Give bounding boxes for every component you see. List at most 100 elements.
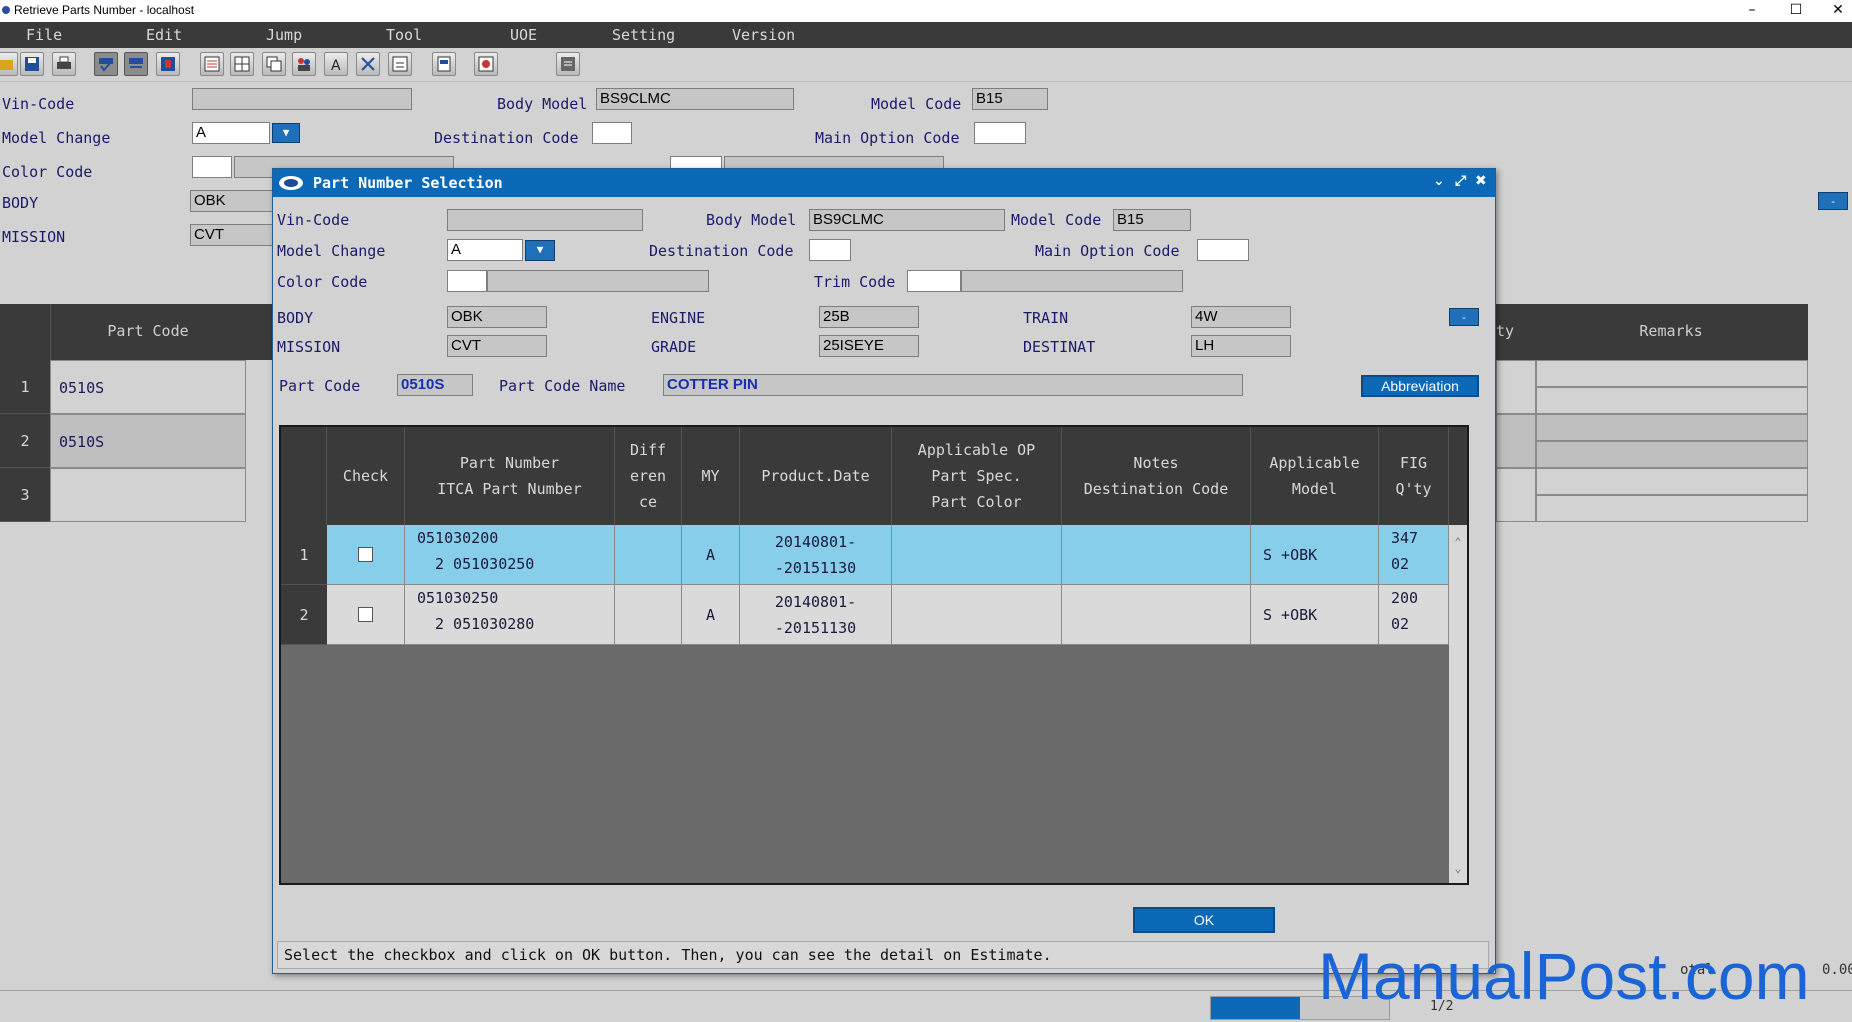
chevron-down-icon[interactable]: ⌄ xyxy=(1433,173,1445,189)
destination-code-header-label: Destination Code xyxy=(1083,480,1229,498)
body-model-field[interactable]: BS9CLMC xyxy=(809,209,1005,231)
applicable-model-cell: S +OBK xyxy=(1251,585,1379,645)
main-option-code-field[interactable] xyxy=(1197,239,1249,261)
notes-cell xyxy=(1062,525,1251,585)
dialog-title-bar: Part Number Selection ⌄ ⤢ ✖ xyxy=(273,169,1495,197)
close-icon[interactable]: ✖ xyxy=(1475,173,1487,189)
collapse-button[interactable]: - xyxy=(1818,192,1848,210)
numbering-icon[interactable] xyxy=(94,52,118,76)
chevron-down-icon[interactable]: ▼ xyxy=(525,240,555,261)
destination-code-field[interactable] xyxy=(809,239,851,261)
table-cell-remarks[interactable] xyxy=(1536,468,1808,495)
minimize-icon[interactable]: – xyxy=(1734,0,1770,22)
close-icon[interactable]: ✕ xyxy=(1820,0,1852,22)
color-code-field[interactable] xyxy=(447,270,487,292)
menu-tool[interactable]: Tool xyxy=(386,26,422,44)
part-code-label: Part Code xyxy=(279,377,361,395)
engine-label: ENGINE xyxy=(651,309,706,327)
menu-setting[interactable]: Setting xyxy=(612,26,675,44)
copy-icon[interactable] xyxy=(262,52,286,76)
vertical-scrollbar[interactable]: ⌃ ⌄ xyxy=(1449,525,1467,883)
trim-code-label: Trim Code xyxy=(814,273,896,291)
model-code-field[interactable]: B15 xyxy=(1113,209,1191,231)
ok-button[interactable]: OK xyxy=(1133,907,1275,933)
document-icon[interactable] xyxy=(432,52,456,76)
grid-header-rownum xyxy=(281,427,327,525)
notes-cell xyxy=(1062,585,1251,645)
table-cell-remarks[interactable] xyxy=(1536,441,1808,468)
table-cell-remarks[interactable] xyxy=(1536,495,1808,522)
color-name-field xyxy=(487,270,709,292)
table-cell-remarks[interactable] xyxy=(1536,414,1808,441)
export-icon[interactable] xyxy=(556,52,580,76)
part-number-cell: 051030200 2 051030250 xyxy=(405,525,615,585)
grade-field: 25ISEYE xyxy=(819,335,919,357)
model-change-field[interactable]: A xyxy=(192,122,270,144)
maximize-icon[interactable]: ☐ xyxy=(1778,0,1814,22)
date-from-value: 20140801- xyxy=(774,532,857,551)
main-option-code-field[interactable] xyxy=(974,122,1026,144)
table-cell-remarks[interactable] xyxy=(1536,387,1808,414)
open-icon[interactable] xyxy=(0,52,18,76)
my-cell: A xyxy=(682,525,740,585)
tools-icon[interactable] xyxy=(356,52,380,76)
grid-header-part-number: Part Number ITCA Part Number xyxy=(405,427,615,525)
table-icon[interactable] xyxy=(230,52,254,76)
table-cell-part-code[interactable] xyxy=(50,468,246,522)
model-code-field[interactable]: B15 xyxy=(972,88,1048,110)
applicable-model-header-label: Applicable xyxy=(1269,454,1360,472)
part-number-value: 051030200 xyxy=(417,529,499,547)
vin-code-field[interactable] xyxy=(447,209,643,231)
color-code-field[interactable] xyxy=(192,156,232,178)
trim-code-field[interactable] xyxy=(907,270,961,292)
row-number: 3 xyxy=(0,468,50,522)
applicable-op-cell xyxy=(892,525,1062,585)
mission-label: MISSION xyxy=(277,338,341,356)
table-cell-remarks[interactable] xyxy=(1536,360,1808,387)
scroll-up-icon[interactable]: ⌃ xyxy=(1449,535,1467,549)
expand-icon[interactable]: ⤢ xyxy=(1455,173,1466,189)
calculator-icon[interactable] xyxy=(388,52,412,76)
film-icon[interactable] xyxy=(156,52,180,76)
grid-header-check: Check xyxy=(327,427,405,525)
vin-code-field[interactable] xyxy=(192,88,412,110)
table-cell-part-code[interactable]: 0510S xyxy=(50,360,246,414)
body-model-label: Body Model xyxy=(497,95,588,113)
collapse-button[interactable]: - xyxy=(1449,308,1479,326)
people-icon[interactable] xyxy=(292,52,316,76)
row-number: 1 xyxy=(281,525,327,585)
row-checkbox[interactable] xyxy=(358,607,373,622)
qty-header-label: Q'ty xyxy=(1395,480,1432,498)
menu-file[interactable]: File xyxy=(26,26,62,44)
abbreviation-button[interactable]: Abbreviation xyxy=(1361,375,1479,397)
menu-edit[interactable]: Edit xyxy=(146,26,182,44)
table-cell-part-code[interactable]: 0510S xyxy=(50,414,246,468)
model-change-field[interactable]: A xyxy=(447,239,523,261)
body-model-field[interactable]: BS9CLMC xyxy=(596,88,794,110)
check-header-label: Check xyxy=(342,467,389,485)
menu-jump[interactable]: Jump xyxy=(266,26,302,44)
grid-header-notes: Notes Destination Code xyxy=(1062,427,1251,525)
row-checkbox[interactable] xyxy=(358,547,373,562)
part-number-cell: 051030250 2 051030280 xyxy=(405,585,615,645)
product-date-header-label: Product.Date xyxy=(761,467,870,485)
print-icon[interactable] xyxy=(52,52,76,76)
fig-header-label: FIG xyxy=(1399,454,1428,472)
chevron-down-icon[interactable]: ▼ xyxy=(272,123,300,143)
sequence-icon[interactable] xyxy=(124,52,148,76)
menu-version[interactable]: Version xyxy=(732,26,795,44)
destinat-field: LH xyxy=(1191,335,1291,357)
preview-icon[interactable] xyxy=(474,52,498,76)
menu-uoe[interactable]: UOE xyxy=(510,26,537,44)
part-code-field[interactable]: 0510S xyxy=(397,374,473,396)
destination-code-field[interactable] xyxy=(592,122,632,144)
scroll-down-icon[interactable]: ⌄ xyxy=(1449,861,1467,875)
list-icon[interactable] xyxy=(200,52,224,76)
part-number-selection-dialog: Part Number Selection ⌄ ⤢ ✖ Vin-Code Bod… xyxy=(272,168,1496,974)
text-icon[interactable]: A xyxy=(324,52,348,76)
save-icon[interactable] xyxy=(20,52,44,76)
body-field: OBK xyxy=(447,306,547,328)
destination-code-label: Destination Code xyxy=(649,242,794,260)
body-label: BODY xyxy=(277,309,314,327)
mission-field: CVT xyxy=(447,335,547,357)
